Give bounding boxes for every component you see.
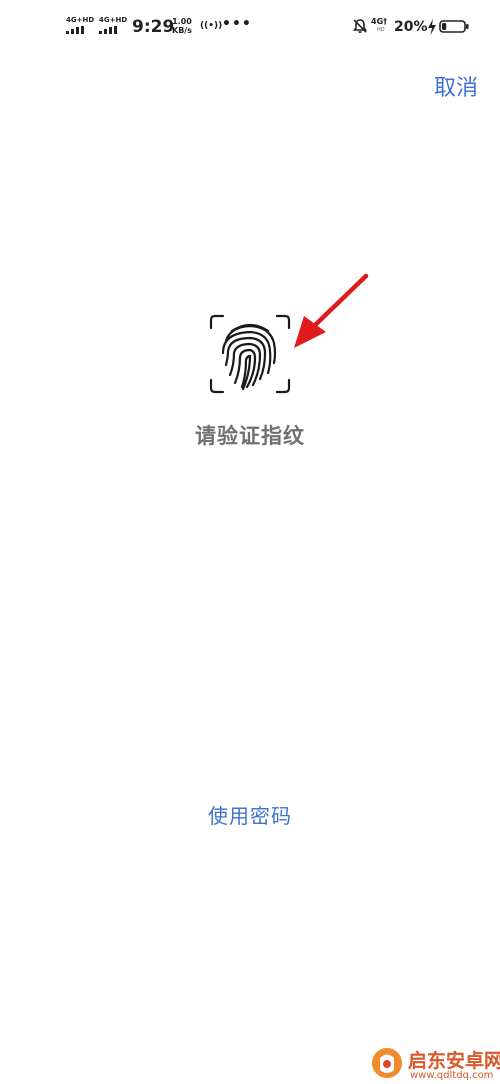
red-arrow-icon [294,273,369,348]
watermark-title: 启东安卓网 [408,1050,500,1072]
hotspot-icon: ((•)) [200,21,223,31]
watermark-url: www.qdltdq.com [410,1070,494,1081]
speed-value: 1.00 [172,17,192,26]
mobile-data-icon: 4G† HD [371,17,387,35]
network-type-label: 4G† [371,17,388,26]
fingerprint-icon [209,314,291,394]
clock: 9:29 [132,17,175,37]
charging-icon [428,19,436,35]
site-logo-icon [372,1048,402,1078]
status-bar: 4G+HD 4G+HD 9:29 1.00 KB/s ((•)) ••• 4G†… [0,0,500,58]
sim1-signal-icon: 4G+HD [66,16,94,34]
more-notifications-icon: ••• [222,16,252,32]
network-speed: 1.00 KB/s [172,17,192,35]
battery-percent: 20% [394,19,428,35]
verify-fingerprint-prompt: 请验证指纹 [195,424,305,448]
watermark: 启东安卓网 www.qdltdq.com [368,1042,500,1084]
battery-icon [439,20,469,33]
sim2-network-label: 4G+HD [99,16,128,24]
network-sub-label: HD [377,27,385,33]
sim1-network-label: 4G+HD [66,16,95,24]
cancel-button[interactable]: 取消 [434,70,478,102]
speed-unit: KB/s [172,26,192,35]
sim2-signal-icon: 4G+HD [99,16,127,34]
mute-bell-icon [352,19,368,33]
use-password-button[interactable]: 使用密码 [0,800,500,829]
